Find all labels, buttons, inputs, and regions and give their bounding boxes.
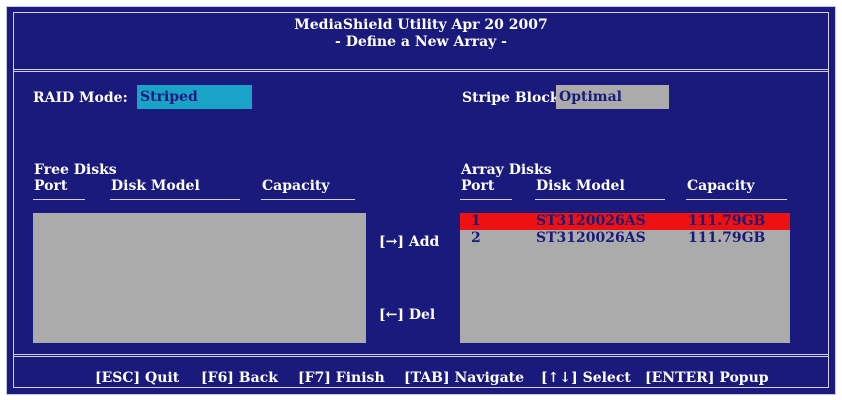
stripe-block-label: Stripe Block: <box>462 90 565 106</box>
free-disks-capacity-header: Capacity <box>262 178 330 194</box>
array-disks-model-header: Disk Model <box>536 178 625 194</box>
header-divider <box>13 69 829 72</box>
footer-quit-hint: [ESC] Quit <box>95 370 180 386</box>
add-action[interactable]: [→] Add <box>379 234 439 250</box>
del-action[interactable]: [←] Del <box>379 307 435 323</box>
array-model-underline <box>535 199 665 200</box>
free-model-underline <box>110 199 240 200</box>
free-disks-list[interactable] <box>33 213 366 343</box>
array-capacity-underline <box>686 199 787 200</box>
footer-back-hint: [F6] Back <box>201 370 278 386</box>
array-disks-capacity-header: Capacity <box>687 178 755 194</box>
array-disk-capacity: 111.79GB <box>688 213 766 229</box>
footer-divider <box>13 354 829 357</box>
footer-navigate-hint: [TAB] Navigate <box>404 370 525 386</box>
array-disk-model: ST3120026AS <box>536 230 646 246</box>
free-port-underline <box>33 199 85 200</box>
bios-screen: MediaShield Utility Apr 20 2007 - Define… <box>6 6 836 395</box>
array-disks-port-header: Port <box>461 178 495 194</box>
title-line-2: - Define a New Array - <box>335 34 507 50</box>
footer-finish-hint: [F7] Finish <box>298 370 385 386</box>
array-disk-port: 2 <box>471 230 481 246</box>
array-disk-row[interactable]: 2 ST3120026AS 111.79GB <box>460 230 790 247</box>
title-line-1: MediaShield Utility Apr 20 2007 <box>294 17 548 33</box>
raid-mode-field[interactable]: Striped <box>137 85 252 109</box>
footer-popup-hint: [ENTER] Popup <box>645 370 769 386</box>
array-disk-port: 1 <box>471 213 481 229</box>
array-disk-model: ST3120026AS <box>536 213 646 229</box>
free-disks-model-header: Disk Model <box>111 178 200 194</box>
array-port-underline <box>460 199 512 200</box>
free-capacity-underline <box>261 199 355 200</box>
free-disks-port-header: Port <box>34 178 68 194</box>
array-disk-capacity: 111.79GB <box>688 230 766 246</box>
free-disks-title: Free Disks <box>34 162 117 178</box>
raid-mode-label: RAID Mode: <box>33 90 128 106</box>
array-disks-list[interactable]: 1 ST3120026AS 111.79GB 2 ST3120026AS 111… <box>460 213 790 343</box>
array-disk-row[interactable]: 1 ST3120026AS 111.79GB <box>460 213 790 230</box>
footer-select-hint: [↑↓] Select <box>541 370 631 386</box>
header-title: MediaShield Utility Apr 20 2007 - Define… <box>7 17 835 51</box>
array-disks-title: Array Disks <box>461 162 552 178</box>
stripe-block-field[interactable]: Optimal <box>556 85 669 109</box>
